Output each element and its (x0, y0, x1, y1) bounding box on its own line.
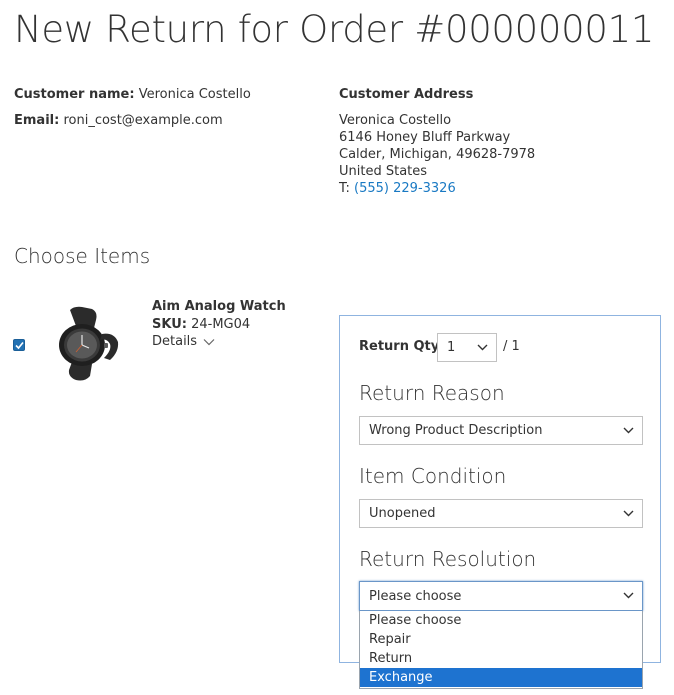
sku-label: SKU: (152, 317, 187, 332)
return-reason-value: Wrong Product Description (369, 423, 543, 438)
item-condition-title: Item Condition (359, 464, 507, 488)
customer-name-row: Customer name: Veronica Costello (14, 86, 251, 103)
return-resolution-title: Return Resolution (359, 547, 537, 571)
return-qty-value: 1 (447, 340, 456, 355)
product-name: Aim Analog Watch (152, 299, 286, 314)
return-qty-label: Return Qty (359, 339, 440, 354)
sku-value: 24-MG04 (191, 317, 251, 332)
phone-link[interactable]: (555) 229-3326 (354, 181, 456, 196)
watch-image (52, 304, 122, 384)
address-line: United States (339, 164, 428, 179)
chevron-down-icon (623, 592, 634, 599)
address-line: 6146 Honey Bluff Parkway (339, 130, 511, 145)
dropdown-option-please-choose[interactable]: Please choose (360, 611, 642, 630)
dropdown-option-return[interactable]: Return (360, 649, 642, 668)
dropdown-option-exchange[interactable]: Exchange (360, 668, 642, 687)
choose-items-title: Choose Items (14, 244, 151, 268)
details-label: Details (152, 334, 198, 349)
return-qty-select[interactable]: 1 (437, 333, 497, 362)
customer-email-row: Email: roni_cost@example.com (14, 112, 223, 129)
chevron-down-icon (623, 510, 634, 516)
customer-name-value: Veronica Costello (138, 87, 251, 102)
phone-prefix: T: (339, 181, 350, 196)
dropdown-option-repair[interactable]: Repair (360, 630, 642, 649)
address-phone: T: (555) 229-3326 (339, 180, 535, 197)
return-reason-title: Return Reason (359, 381, 505, 405)
check-icon (15, 341, 24, 350)
customer-email-value: roni_cost@example.com (63, 113, 223, 128)
return-resolution-dropdown: Please choose Repair Return Exchange (359, 611, 643, 689)
return-resolution-select[interactable]: Please choose (359, 581, 643, 611)
details-toggle[interactable]: Details (152, 334, 215, 349)
customer-address-heading: Customer Address (339, 87, 474, 102)
item-checkbox[interactable] (13, 339, 25, 351)
return-reason-select[interactable]: Wrong Product Description (359, 416, 643, 445)
return-qty-max: / 1 (503, 339, 520, 354)
page-title: New Return for Order #000000011 (14, 8, 655, 51)
item-condition-select[interactable]: Unopened (359, 499, 643, 528)
customer-name-label: Customer name: (14, 87, 135, 102)
product-sku: SKU: 24-MG04 (152, 317, 250, 332)
address-line: Calder, Michigan, 49628-7978 (339, 147, 536, 162)
return-resolution-value: Please choose (369, 588, 462, 604)
customer-email-label: Email: (14, 113, 60, 128)
item-condition-value: Unopened (369, 506, 436, 521)
customer-address: Veronica Costello 6146 Honey Bluff Parkw… (339, 112, 535, 197)
chevron-down-icon (623, 427, 634, 433)
address-line: Veronica Costello (339, 113, 452, 128)
chevron-down-icon (477, 344, 488, 350)
chevron-down-icon (203, 338, 215, 345)
